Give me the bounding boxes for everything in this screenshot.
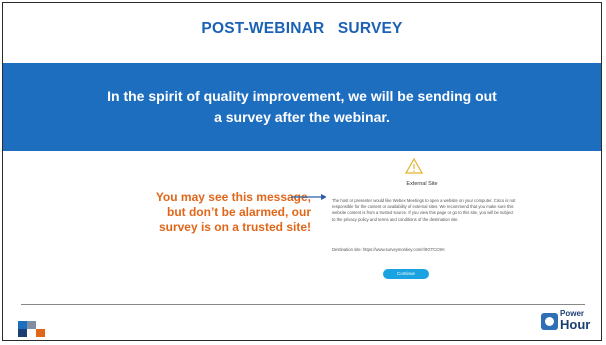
slide: POST-WEBINAR SURVEY In the spirit of qua… [2,2,602,341]
warning-icon [405,158,423,174]
banner-text: In the spirit of quality improvement, we… [107,88,497,125]
squares-logo-icon [18,321,45,337]
dialog-destination: Destination site: https://www.surveymonk… [332,247,445,252]
callout-line-2: but don’t be alarmed, our [166,205,311,219]
dialog-title: External Site [406,181,438,187]
logo-text-bottom: Hour [560,317,591,332]
q-logo-icon [541,313,558,330]
callout-line-1: You may see this message, [155,190,311,204]
callout: You may see this message, but don’t be a… [127,190,311,235]
banner: In the spirit of quality improvement, we… [3,63,601,151]
power-hour-logo: Power Hour [541,309,597,337]
continue-button[interactable]: Continue [383,269,429,279]
callout-line-3: survey is on a trusted site! [158,220,311,234]
arrow-right-icon [291,194,327,200]
dialog-body: The host or presenter would like Webex M… [332,198,516,222]
footer-divider [21,304,585,305]
external-site-dialog: External Site The host or presenter woul… [326,153,518,290]
slide-title: POST-WEBINAR SURVEY [201,20,403,37]
